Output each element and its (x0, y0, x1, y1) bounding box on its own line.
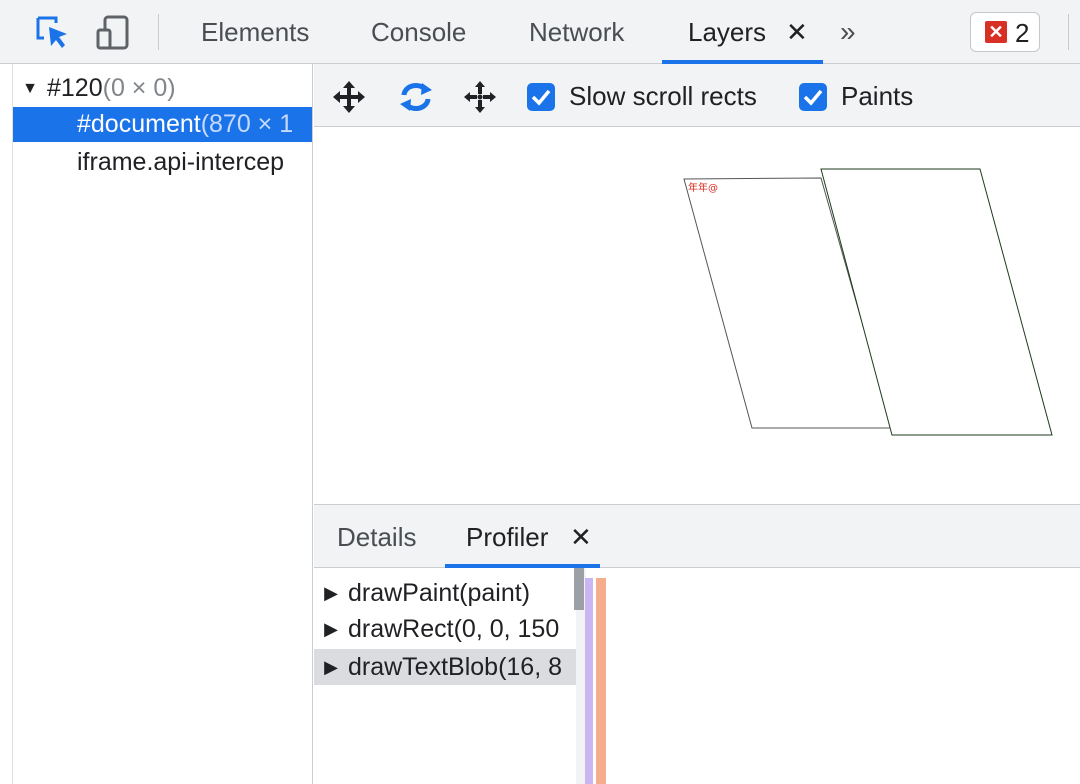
scrollbar-thumb[interactable] (574, 568, 584, 610)
expand-arrow-icon[interactable]: ▶ (314, 611, 348, 647)
slow-scroll-rects-label[interactable]: Slow scroll rects (569, 78, 757, 114)
tree-item-root[interactable]: ▼ #120(0 × 0) (13, 71, 312, 106)
tab-network[interactable]: Network (529, 0, 624, 63)
error-icon: ✕ (985, 21, 1007, 43)
tab-profiler[interactable]: Profiler (466, 519, 548, 555)
tab-layers[interactable]: Layers (688, 0, 766, 63)
devtools-toolbar: Elements Console Network Layers ✕ » ✕ 2 (0, 0, 1080, 64)
tree-item-name: #document (77, 110, 201, 138)
profiler-timeline-bar (596, 578, 606, 784)
rotate-mode-icon[interactable] (397, 79, 435, 115)
list-item[interactable]: ▶ drawPaint(paint) (314, 575, 576, 611)
checkmark-icon (803, 89, 823, 106)
paint-command-list: ▶ drawPaint(paint) ▶ drawRect(0, 0, 150 ▶ d… (314, 568, 576, 784)
tab-console[interactable]: Console (371, 0, 466, 63)
slow-scroll-rects-checkbox[interactable] (527, 83, 555, 111)
command-label: drawRect(0, 0, 150 (348, 615, 560, 643)
expand-arrow-icon[interactable]: ▼ (13, 71, 47, 106)
close-profiler-tab-icon[interactable]: ✕ (570, 519, 592, 555)
command-label: drawPaint(paint) (348, 579, 531, 607)
device-toolbar-icon[interactable] (94, 14, 132, 52)
details-tabbar (314, 504, 1080, 568)
toolbar-divider (1068, 14, 1069, 50)
tree-item-document[interactable]: #document(870 × 1 (13, 107, 312, 142)
layers-3d-viewport[interactable]: 年年@ (314, 128, 1080, 504)
layers-3d-drawing: 年年@ (683, 168, 1053, 436)
more-tabs-icon[interactable]: » (840, 14, 856, 50)
tree-item-size: (870 × 1 (200, 110, 294, 138)
tab-details[interactable]: Details (337, 519, 416, 555)
expand-arrow-icon[interactable]: ▶ (314, 575, 348, 611)
reset-transform-icon[interactable] (462, 79, 498, 115)
command-label: drawTextBlob(16, 8 (348, 653, 563, 681)
tree-item-iframe[interactable]: iframe.api-intercep (13, 145, 312, 180)
error-count: 2 (1015, 18, 1030, 48)
tree-item-size: (0 × 0) (102, 74, 176, 102)
expand-arrow-icon[interactable]: ▶ (314, 649, 348, 685)
tree-item-name: #120 (47, 74, 103, 102)
toolbar-divider (158, 14, 159, 50)
inspect-element-icon[interactable] (34, 14, 72, 52)
error-counter-button[interactable]: ✕ 2 (970, 12, 1040, 52)
paints-checkbox[interactable] (799, 83, 827, 111)
tree-item-name: iframe.api-intercep (77, 148, 285, 176)
pan-mode-icon[interactable] (331, 79, 367, 115)
paints-label[interactable]: Paints (841, 78, 913, 114)
layer-paint-text: 年年@ (688, 181, 718, 194)
profiler-timeline-bar (585, 578, 593, 784)
close-layers-tab-icon[interactable]: ✕ (786, 19, 808, 45)
list-item[interactable]: ▶ drawTextBlob(16, 8 (314, 649, 576, 685)
tab-elements[interactable]: Elements (201, 0, 309, 63)
list-item[interactable]: ▶ drawRect(0, 0, 150 (314, 611, 576, 647)
checkmark-icon (531, 89, 551, 106)
